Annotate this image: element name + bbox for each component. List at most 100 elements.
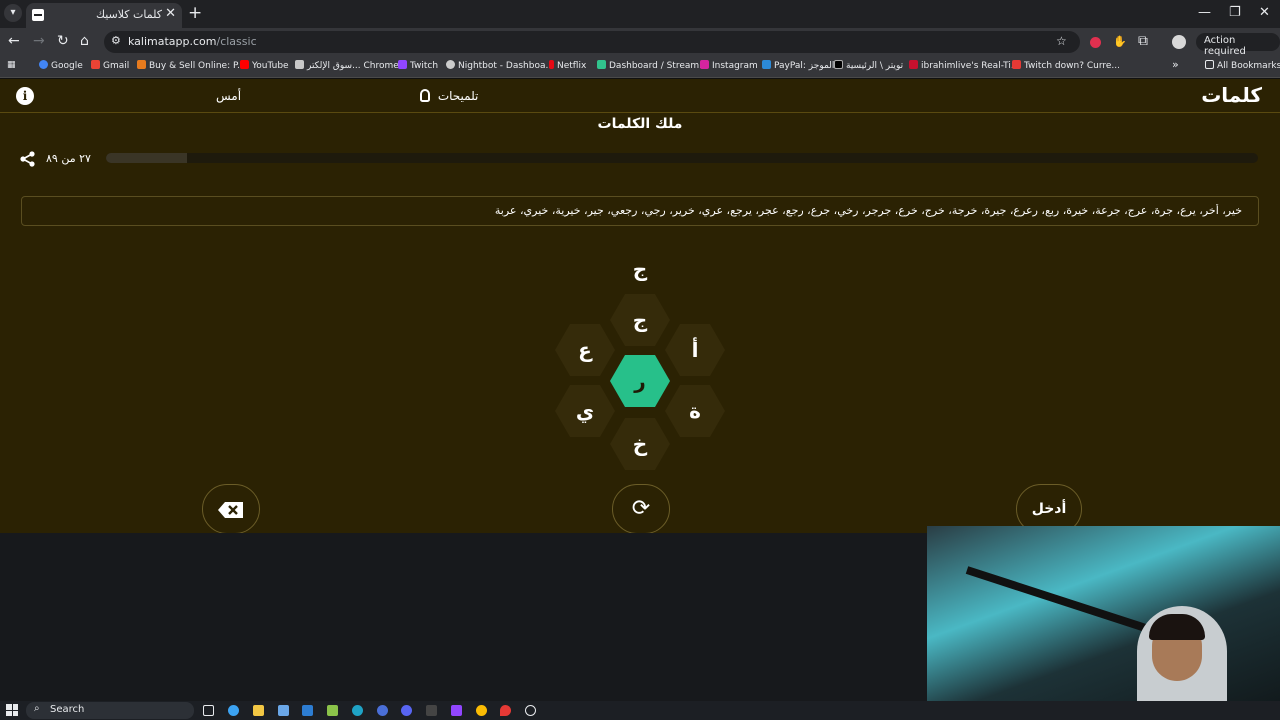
bookmark-instagram[interactable]: Instagram [700, 60, 758, 71]
all-bookmarks[interactable]: All Bookmarks [1205, 60, 1280, 71]
forward-icon[interactable]: → [33, 33, 45, 49]
tab-close-icon[interactable]: ✕ [165, 6, 176, 21]
extension-icon[interactable] [1090, 37, 1101, 48]
bookmark-label: تويتر \ الرئيسية [846, 61, 904, 71]
bookmark-netflix[interactable]: Netflix [549, 60, 586, 71]
address-bar[interactable]: ⚙ kalimatapp.com/classic ☆ [104, 31, 1080, 53]
app-icon-6[interactable] [500, 705, 511, 716]
bookmark-star-icon[interactable]: ☆ [1056, 34, 1067, 48]
edge-icon[interactable] [352, 705, 363, 716]
bookmark-label: Nightbot - Dashboa... [458, 61, 555, 71]
file-explorer-icon[interactable] [253, 705, 264, 716]
extensions-icon[interactable]: ⧉ [1138, 33, 1148, 49]
folder-icon [1205, 60, 1214, 69]
windows-start-icon[interactable] [6, 704, 18, 716]
store-icon[interactable] [278, 705, 289, 716]
hex-letter-center[interactable]: ر [610, 355, 670, 407]
ibrahimlive-icon [909, 60, 918, 69]
tab-search-icon[interactable]: ▾ [4, 4, 22, 22]
bookmark-nightbot[interactable]: Nightbot - Dashboa... [446, 60, 554, 71]
browser-nav-bar: ← → ↻ ⌂ ⚙ kalimatapp.com/classic ☆ ✋ ⧉ ⋮ [0, 28, 1280, 56]
streamlabs-icon [597, 60, 606, 69]
webcam-overlay-image [927, 526, 1280, 720]
browser-tab-bar: ▾ كلمات كلاسيك ✕ + — ❐ ✕ [0, 0, 1280, 28]
twitch-icon [398, 60, 407, 69]
taskbar-search-label: Search [50, 704, 85, 715]
restore-icon[interactable]: ❐ [1229, 5, 1241, 20]
app-icon-7[interactable] [525, 705, 536, 716]
hex-letter-top[interactable]: ج [610, 294, 670, 346]
paypal-icon [762, 60, 771, 69]
x-twitter-icon [834, 60, 843, 69]
nightbot-icon [446, 60, 455, 69]
bookmark-souq[interactable]: سوق الإلكتر... Chrome [295, 60, 399, 71]
chrome-icon[interactable] [476, 705, 487, 716]
hex-letter-bottom[interactable]: خ [610, 418, 670, 470]
app-icon-5[interactable] [451, 705, 462, 716]
app-icon-1[interactable] [302, 705, 313, 716]
discord-icon[interactable] [401, 705, 412, 716]
close-window-icon[interactable]: ✕ [1259, 5, 1270, 20]
bookmark-google[interactable]: Google [39, 60, 83, 71]
profile-avatar-icon[interactable] [1172, 35, 1186, 49]
task-view-icon[interactable] [203, 705, 214, 716]
progress-bar [106, 153, 1258, 163]
shuffle-button[interactable]: ⟳ [612, 484, 670, 534]
yesterday-link[interactable]: أمس [216, 89, 241, 103]
bookmark-label: Instagram [712, 61, 758, 71]
bookmark-paypal[interactable]: PayPal: الموجز [762, 60, 834, 71]
found-words-list: خير، أخر، يرع، جرة، عرج، جرعة، خيرة، ربع… [494, 204, 1242, 217]
hex-letter-bottom-left[interactable]: ي [555, 385, 615, 437]
gmail-icon [91, 60, 100, 69]
bookmark-label: YouTube [252, 61, 289, 71]
bookmark-label: Buy & Sell Online: P... [149, 61, 246, 71]
reload-icon[interactable]: ↻ [57, 33, 69, 49]
bookmark-gmail[interactable]: Gmail [91, 60, 129, 71]
url-path: /classic [216, 35, 257, 48]
taskbar-search[interactable]: ⌕ Search [26, 702, 194, 719]
bookmark-twitch[interactable]: Twitch [398, 60, 438, 71]
words-count: ٢٧ من ٨٩ [46, 152, 91, 165]
back-icon[interactable]: ← [8, 33, 20, 49]
bookmark-dashboard-stream[interactable]: Dashboard / Stream... [597, 60, 708, 71]
bookmark-ibrahimlive[interactable]: ibrahimlive's Real-Ti... [909, 60, 1019, 71]
action-required-button[interactable]: Action required [1196, 33, 1280, 57]
tab-favicon-icon [32, 9, 44, 21]
hex-letter-top-right[interactable]: أ [665, 324, 725, 376]
hints-button[interactable]: تلميحات [420, 89, 478, 103]
hex-letter-bottom-right[interactable]: ة [665, 385, 725, 437]
bookmark-twitter[interactable]: تويتر \ الرئيسية [834, 60, 903, 71]
hints-label: تلميحات [437, 89, 479, 103]
copilot-icon[interactable] [228, 705, 239, 716]
hex-letter-top-left[interactable]: ع [555, 324, 615, 376]
minimize-icon[interactable]: — [1198, 5, 1211, 20]
new-tab-icon[interactable]: + [188, 3, 202, 23]
search-icon: ⌕ [34, 703, 40, 714]
home-icon[interactable]: ⌂ [80, 33, 89, 49]
bookmark-label: Twitch down? Curre... [1024, 61, 1120, 71]
delete-button[interactable] [202, 484, 260, 534]
extension-puzzle-icon[interactable]: ✋ [1113, 35, 1127, 48]
bookmark-twitch-down[interactable]: Twitch down? Curre... [1012, 60, 1120, 71]
google-icon [39, 60, 48, 69]
app-icon-4[interactable] [426, 705, 437, 716]
app-icon-2[interactable] [327, 705, 338, 716]
found-words-box[interactable]: خير، أخر، يرع، جرة، عرج، جرعة، خيرة، ربع… [21, 196, 1259, 226]
url-host: kalimatapp.com [128, 35, 217, 48]
bookmark-youtube[interactable]: YouTube [240, 60, 289, 71]
share-icon[interactable] [20, 151, 36, 167]
app-header: i أمس تلميحات كلمات [0, 79, 1280, 113]
bookmark-label: Gmail [103, 61, 130, 71]
alert-icon [1012, 60, 1021, 69]
bookmark-label: PayPal: الموجز [774, 61, 835, 71]
site-info-icon[interactable]: ⚙ [111, 34, 121, 47]
bookmark-label: سوق الإلكتر... Chrome [307, 61, 399, 71]
more-bookmarks-icon[interactable]: » [1172, 58, 1179, 71]
apps-grid-icon[interactable]: ▦ [7, 60, 16, 70]
bookmark-buy-sell[interactable]: Buy & Sell Online: P... [137, 60, 246, 71]
app-icon-3[interactable] [377, 705, 388, 716]
info-icon[interactable]: i [16, 87, 34, 105]
app-logo: كلمات [1201, 83, 1262, 107]
browser-tab[interactable]: كلمات كلاسيك ✕ [26, 3, 182, 28]
current-input: ج [632, 257, 648, 281]
